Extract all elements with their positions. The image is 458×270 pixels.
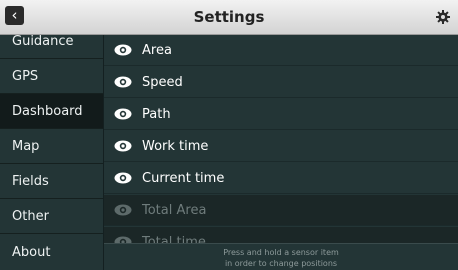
sensor-item-area[interactable]: Area: [104, 35, 458, 66]
gear-icon[interactable]: [436, 10, 450, 24]
sensor-label: Area: [142, 42, 172, 58]
sensor-item-work-time[interactable]: Work time: [104, 131, 458, 162]
sensor-item-path[interactable]: Path: [104, 99, 458, 130]
sensor-item-current-time[interactable]: Current time: [104, 163, 458, 194]
hint-line-1: Press and hold a sensor item: [223, 248, 339, 257]
eye-off-icon[interactable]: [114, 204, 132, 216]
eye-icon[interactable]: [114, 44, 132, 56]
sensor-label: Work time: [142, 138, 209, 154]
reorder-hint: Press and hold a sensor item in order to…: [104, 243, 458, 270]
sidebar-item-gps[interactable]: GPS: [0, 59, 103, 94]
sidebar-item-label: Guidance: [12, 33, 74, 49]
sidebar-item-label: GPS: [12, 68, 39, 84]
sidebar-item-label: Other: [12, 208, 49, 224]
sidebar-item-about[interactable]: About: [0, 234, 103, 270]
sensor-label: Path: [142, 106, 171, 122]
sidebar-item-label: Map: [12, 138, 40, 154]
eye-icon[interactable]: [114, 172, 132, 184]
sidebar-item-dashboard[interactable]: Dashboard: [0, 94, 103, 129]
settings-sidebar: Guidance GPS Dashboard Map Fields Other …: [0, 34, 104, 270]
sensor-label: Current time: [142, 170, 225, 186]
hint-line-2: in order to change positions: [224, 259, 338, 268]
sensor-item-speed[interactable]: Speed: [104, 67, 458, 98]
eye-icon[interactable]: [114, 140, 132, 152]
sidebar-item-fields[interactable]: Fields: [0, 164, 103, 199]
sidebar-item-guidance[interactable]: Guidance: [0, 24, 103, 59]
sensor-label: Speed: [142, 74, 183, 90]
sensor-label: Total Area: [142, 202, 207, 218]
sidebar-item-other[interactable]: Other: [0, 199, 103, 234]
sidebar-item-label: About: [12, 244, 51, 260]
sidebar-item-map[interactable]: Map: [0, 129, 103, 164]
sensor-item-total-area[interactable]: Total Area: [104, 195, 458, 226]
sensor-list[interactable]: Area Speed Path Work time Current time T…: [104, 35, 458, 270]
sidebar-item-label: Dashboard: [12, 103, 83, 119]
sidebar-item-label: Fields: [12, 173, 49, 189]
eye-icon[interactable]: [114, 76, 132, 88]
eye-icon[interactable]: [114, 108, 132, 120]
